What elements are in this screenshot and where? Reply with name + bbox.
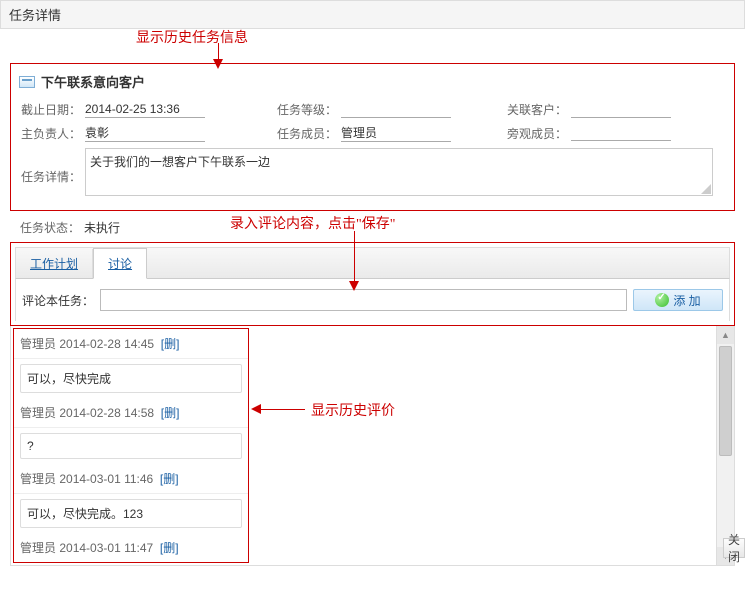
tabs-bar: 工作计划 讨论	[15, 247, 730, 279]
owner-label: 主负责人：	[19, 125, 81, 142]
annotation-arrow3-line	[261, 409, 305, 410]
status-value: 未执行	[84, 219, 120, 236]
comment-author: 管理员	[20, 337, 56, 351]
comment-header: 管理员 2014-02-28 14:45 [删]	[14, 329, 248, 359]
level-label: 任务等级：	[275, 101, 337, 118]
comment-label: 评论本任务：	[22, 292, 94, 309]
comment-header: 管理员 2014-02-28 14:58 [删]	[14, 398, 248, 428]
list-item: 管理员 2014-03-01 11:46 [删] 可以，尽快完成。123	[14, 464, 248, 528]
add-button[interactable]: 添 加	[633, 289, 723, 311]
annotation-history-info: 显示历史任务信息	[136, 27, 248, 47]
history-comments-box: 管理员 2014-02-28 14:45 [删] 可以，尽快完成 管理员 201…	[13, 328, 249, 563]
details-textarea[interactable]: 关于我们的一想客户下午联系一边	[85, 148, 713, 196]
list-item: 管理员 2014-02-28 14:45 [删] 可以，尽快完成	[14, 329, 248, 393]
comment-list-container: 管理员 2014-02-28 14:45 [删] 可以，尽快完成 管理员 201…	[10, 326, 735, 566]
deadline-label: 截止日期：	[19, 101, 81, 118]
delete-link[interactable]: [删]	[160, 472, 179, 486]
task-title: 下午联系意向客户	[41, 72, 145, 91]
scroll-up-icon[interactable]: ▲	[717, 326, 734, 344]
members-value: 管理员	[341, 124, 451, 142]
comment-time: 2014-02-28 14:45	[59, 337, 154, 351]
annotation-arrow3-head	[251, 404, 261, 414]
details-label: 任务详情：	[19, 168, 81, 185]
add-button-label: 添 加	[673, 292, 700, 309]
delete-link[interactable]: [删]	[161, 406, 180, 420]
comment-bar: 评论本任务： 添 加	[15, 279, 730, 321]
comment-body: ?	[20, 433, 242, 459]
comment-list-body: 管理员 2014-02-28 14:45 [删] 可以，尽快完成 管理员 201…	[11, 326, 716, 565]
delete-link[interactable]: [删]	[161, 337, 180, 351]
comment-panel: 工作计划 讨论 评论本任务： 添 加	[10, 242, 735, 326]
comment-time: 2014-03-01 11:46	[59, 472, 153, 486]
comment-author: 管理员	[20, 472, 56, 486]
comment-input[interactable]	[100, 289, 627, 311]
comment-header: 管理员 2014-03-01 11:46 [删]	[14, 464, 248, 494]
scroll-thumb[interactable]	[719, 346, 732, 456]
annotation-arrow2-head	[349, 281, 359, 291]
delete-link[interactable]: [删]	[160, 541, 179, 555]
form-row-details: 任务详情： 关于我们的一想客户下午联系一边	[19, 148, 726, 196]
status-label: 任务状态：	[18, 219, 80, 236]
related-customer-value[interactable]	[571, 102, 671, 118]
level-value[interactable]	[341, 102, 451, 118]
deadline-value: 2014-02-25 13:36	[85, 102, 205, 118]
annotation-enter-comment: 录入评论内容，点击"保存"	[230, 213, 395, 233]
related-customer-label: 关联客户：	[505, 101, 567, 118]
comment-time: 2014-03-01 11:47	[59, 541, 153, 555]
window-title: 任务详情	[0, 0, 745, 29]
task-title-row: 下午联系意向客户	[19, 72, 726, 91]
tab-workplan[interactable]: 工作计划	[16, 249, 93, 278]
close-button[interactable]: 关闭	[723, 538, 745, 558]
observers-value[interactable]	[571, 125, 671, 141]
form-row-1: 截止日期： 2014-02-25 13:36 任务等级： 关联客户：	[19, 101, 726, 118]
task-icon	[19, 76, 35, 88]
check-icon	[655, 293, 669, 307]
scrollbar[interactable]: ▲ ▼	[716, 326, 734, 565]
annotation-arrow2-line	[354, 231, 355, 283]
comment-header: 管理员 2014-03-01 11:47 [删]	[14, 533, 248, 562]
tab-discuss[interactable]: 讨论	[93, 248, 147, 279]
observers-label: 旁观成员：	[505, 125, 567, 142]
comment-body: 可以，尽快完成。123	[20, 499, 242, 528]
comment-author: 管理员	[20, 406, 56, 420]
comment-body: 可以，尽快完成	[20, 364, 242, 393]
members-label: 任务成员：	[275, 125, 337, 142]
annotation-history-comments: 显示历史评价	[311, 400, 395, 420]
task-info-box: 下午联系意向客户 截止日期： 2014-02-25 13:36 任务等级： 关联…	[10, 63, 735, 211]
comment-author: 管理员	[20, 541, 56, 555]
comment-time: 2014-02-28 14:58	[59, 406, 154, 420]
owner-value: 袁彰	[85, 124, 205, 142]
form-row-2: 主负责人： 袁彰 任务成员： 管理员 旁观成员：	[19, 124, 726, 142]
list-item: 管理员 2014-02-28 14:58 [删] ?	[14, 398, 248, 459]
list-item: 管理员 2014-03-01 11:47 [删]	[14, 533, 248, 562]
